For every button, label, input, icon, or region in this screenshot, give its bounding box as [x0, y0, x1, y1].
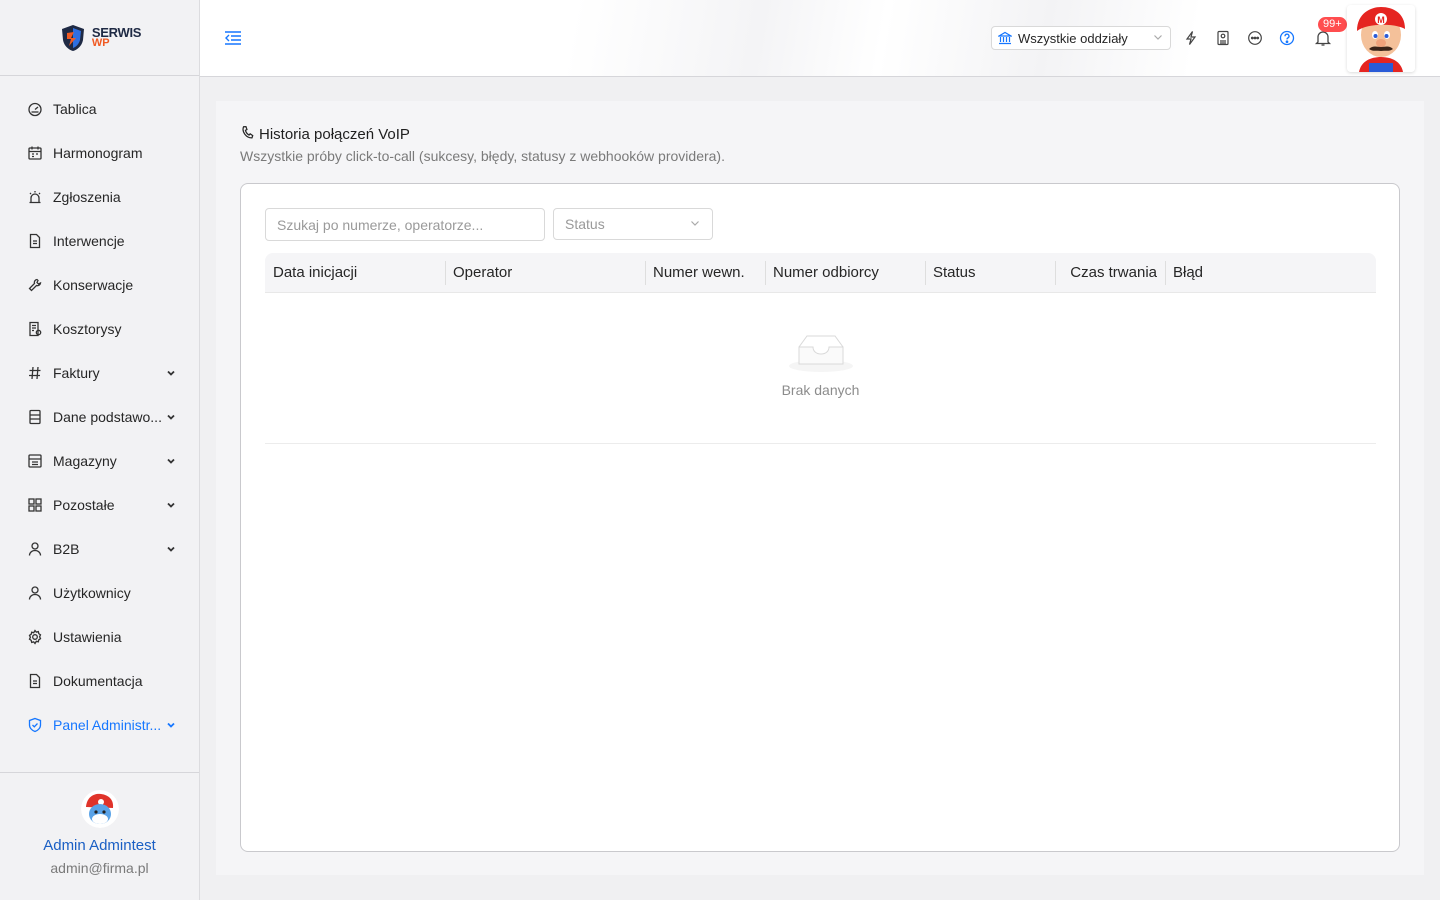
notification-badge: 99+ [1318, 17, 1347, 32]
sidebar-item-faktury[interactable]: Faktury [0, 351, 199, 395]
table-empty-state: Brak danych [265, 293, 1376, 444]
bank-icon [996, 31, 1014, 45]
sidebar-item-label: Magazyny [53, 453, 117, 469]
chevron-down-icon [165, 411, 177, 423]
sidebar-item-harmonogram[interactable]: Harmonogram [0, 131, 199, 175]
column-header-czas-trwania[interactable]: Czas trwania [1055, 253, 1165, 292]
sidebar-item-label: Kosztorysy [53, 321, 122, 337]
logo-area: SERWIS WP [0, 0, 199, 76]
sidebar-item-label: Faktury [53, 365, 100, 381]
column-header-blad[interactable]: Błąd [1165, 253, 1376, 292]
sidebar-item-tablica[interactable]: Tablica [0, 87, 199, 131]
document-icon [27, 673, 43, 689]
sidebar-item-interwencje[interactable]: Interwencje [0, 219, 199, 263]
user-icon [27, 585, 43, 601]
contact-card-icon[interactable] [1214, 29, 1232, 47]
warehouse-icon [27, 453, 43, 469]
sidebar-user-panel: Admin Admintest admin@firma.pl [0, 772, 199, 900]
sidebar-item-pozostale[interactable]: Pozostałe [0, 483, 199, 527]
main-content: Historia połączeń VoIP Wszystkie próby c… [216, 101, 1424, 875]
grid-icon [27, 497, 43, 513]
thunderbolt-icon[interactable] [1182, 29, 1200, 47]
estimate-icon [27, 321, 43, 337]
page-header: Historia połączeń VoIP Wszystkie próby c… [240, 125, 725, 164]
sidebar-item-label: Panel Administr... [53, 717, 162, 733]
page-title-text: Historia połączeń VoIP [259, 126, 410, 143]
menu-toggle-icon[interactable] [224, 30, 242, 46]
branch-select-value: Wszystkie oddziały [1018, 30, 1128, 46]
svg-text:M: M [1377, 15, 1385, 25]
database-icon [27, 409, 43, 425]
help-icon[interactable] [1278, 29, 1296, 47]
sidebar-item-b2b[interactable]: B2B [0, 527, 199, 571]
column-header-numer-wewn[interactable]: Numer wewn. [645, 253, 765, 292]
sidebar: SERWIS WP Tablica Harmonogram Zgłoszenia… [0, 0, 200, 900]
page-title: Historia połączeń VoIP [240, 125, 725, 144]
chevron-down-icon [165, 543, 177, 555]
column-header-numer-odbiorcy[interactable]: Numer odbiorcy [765, 253, 925, 292]
call-history-table: Data inicjacji Operator Numer wewn. Nume… [265, 253, 1376, 444]
column-header-data-inicjacji[interactable]: Data inicjacji [265, 253, 445, 292]
sidebar-item-zgloszenia[interactable]: Zgłoszenia [0, 175, 199, 219]
logo[interactable]: SERWIS WP [58, 23, 141, 53]
message-icon[interactable] [1246, 29, 1264, 47]
chevron-down-icon [165, 719, 177, 731]
sidebar-nav: Tablica Harmonogram Zgłoszenia Interwenc… [0, 76, 199, 747]
search-input[interactable] [265, 208, 545, 241]
sidebar-item-konserwacje[interactable]: Konserwacje [0, 263, 199, 307]
status-select-placeholder: Status [565, 216, 605, 232]
sidebar-item-label: B2B [53, 541, 80, 557]
call-history-card: Status Data inicjacji Operator Numer wew… [240, 183, 1400, 852]
chevron-down-icon [1152, 31, 1164, 46]
sidebar-item-dokumentacja[interactable]: Dokumentacja [0, 659, 199, 703]
empty-inbox-icon [265, 293, 1376, 372]
calendar-icon [27, 145, 43, 161]
status-select[interactable]: Status [553, 208, 713, 240]
column-header-operator[interactable]: Operator [445, 253, 645, 292]
hash-icon [27, 365, 43, 381]
sidebar-item-kosztorysy[interactable]: Kosztorysy [0, 307, 199, 351]
sidebar-item-uzytkownicy[interactable]: Użytkownicy [0, 571, 199, 615]
alarm-icon [27, 189, 43, 205]
user-name: Admin Admintest [43, 837, 156, 854]
column-header-status[interactable]: Status [925, 253, 1055, 292]
page-subtitle: Wszystkie próby click-to-call (sukcesy, … [240, 148, 725, 164]
logo-shield-icon [61, 24, 84, 51]
document-icon [27, 233, 43, 249]
chevron-down-icon [165, 455, 177, 467]
sidebar-item-magazyny[interactable]: Magazyny [0, 439, 199, 483]
gear-icon [27, 629, 43, 645]
sidebar-item-label: Dane podstawo... [53, 409, 162, 425]
empty-state-text: Brak danych [781, 382, 860, 398]
sidebar-item-label: Interwencje [53, 233, 125, 249]
chevron-down-icon [165, 367, 177, 379]
sidebar-item-ustawienia[interactable]: Ustawienia [0, 615, 199, 659]
sidebar-item-label: Użytkownicy [53, 585, 131, 601]
branch-select[interactable]: Wszystkie oddziały [991, 26, 1171, 50]
sidebar-item-dane-podstawowe[interactable]: Dane podstawo... [0, 395, 199, 439]
top-header: Wszystkie oddziały 99+ M [200, 0, 1440, 77]
table-header: Data inicjacji Operator Numer wewn. Nume… [265, 253, 1376, 293]
user-icon [27, 541, 43, 557]
sidebar-item-label: Pozostałe [53, 497, 115, 513]
avatar[interactable] [80, 790, 119, 828]
sidebar-item-label: Tablica [53, 101, 97, 117]
shield-check-icon [27, 717, 43, 733]
user-avatar[interactable]: M [1347, 5, 1415, 72]
sidebar-item-label: Ustawienia [53, 629, 122, 645]
chevron-down-icon [689, 216, 701, 232]
user-email: admin@firma.pl [50, 860, 149, 876]
dashboard-icon [27, 101, 43, 117]
sidebar-item-panel-administracyjny[interactable]: Panel Administr... [0, 703, 199, 747]
sidebar-item-label: Dokumentacja [53, 673, 143, 689]
wrench-icon [27, 277, 43, 293]
sidebar-item-label: Harmonogram [53, 145, 143, 161]
phone-icon [240, 125, 255, 144]
logo-line1: SERWIS [91, 24, 142, 40]
sidebar-item-label: Konserwacje [53, 277, 134, 293]
sidebar-item-label: Zgłoszenia [53, 189, 121, 205]
chevron-down-icon [165, 499, 177, 511]
